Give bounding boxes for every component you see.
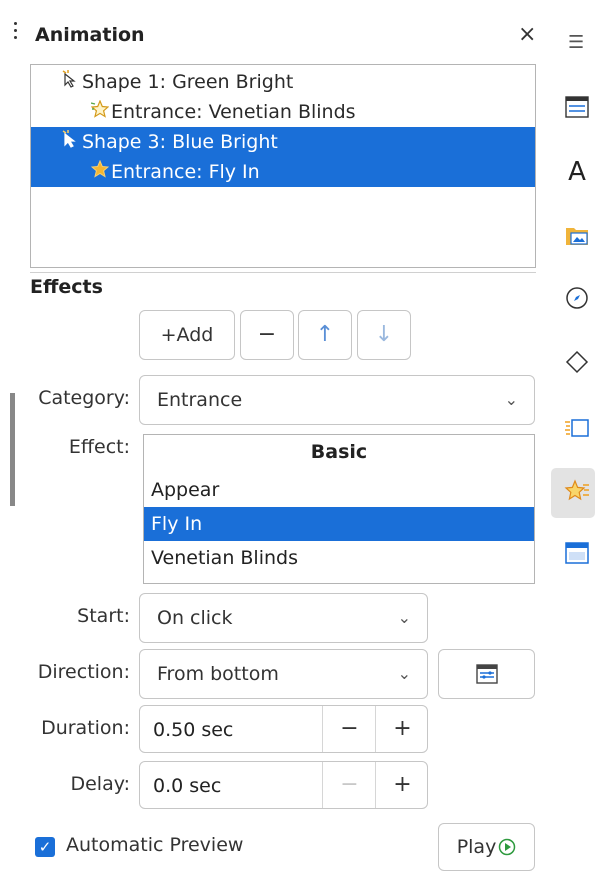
list-item[interactable]: Entrance: Fly In — [31, 157, 535, 187]
effect-label: Effect: — [68, 436, 130, 458]
list-item[interactable]: Shape 3: Blue Bright — [31, 127, 535, 157]
list-item-label: Entrance: Fly In — [111, 161, 260, 183]
delay-value: 0.0 sec — [153, 775, 222, 797]
play-label: Play — [456, 836, 497, 858]
panel-title: Animation — [35, 24, 145, 46]
close-icon[interactable]: × — [518, 22, 536, 47]
chevron-down-icon: ⌄ — [397, 664, 411, 683]
list-item[interactable]: Venetian Blinds — [144, 541, 534, 575]
list-item[interactable]: Shape 1: Green Bright — [31, 67, 535, 97]
direction-select[interactable]: From bottom ⌄ — [139, 649, 428, 699]
automatic-preview-label: Automatic Preview — [66, 834, 244, 856]
chevron-down-icon: ⌄ — [397, 608, 411, 627]
delay-increase-button[interactable]: + — [375, 762, 429, 808]
list-item[interactable]: Appear — [144, 473, 534, 507]
list-item[interactable]: Fly In — [144, 507, 534, 541]
category-select[interactable]: Entrance ⌄ — [139, 375, 535, 425]
down-arrow-icon: ↓ — [374, 322, 394, 347]
effect-options-button[interactable] — [438, 649, 535, 699]
add-effect-button[interactable]: +Add — [139, 310, 235, 360]
start-select[interactable]: On click ⌄ — [139, 593, 428, 643]
sidebar-menu-icon[interactable]: ☰ — [568, 32, 584, 53]
start-value: On click — [157, 607, 233, 629]
animation-list[interactable]: Shape 1: Green Bright Entrance: Venetian… — [30, 64, 536, 268]
move-up-button[interactable]: ↑ — [298, 310, 352, 360]
master-slides-icon[interactable] — [563, 542, 591, 570]
cursor-icon — [60, 128, 82, 158]
divider — [30, 272, 536, 273]
options-icon — [475, 664, 498, 684]
list-item-label: Shape 3: Blue Bright — [82, 131, 278, 153]
effect-group-header: Basic — [310, 441, 368, 463]
list-item-label: Shape 1: Green Bright — [82, 71, 294, 93]
automatic-preview-checkbox[interactable]: ✓ — [35, 837, 55, 857]
duration-decrease-button[interactable]: − — [322, 706, 376, 752]
animation-icon[interactable] — [563, 479, 591, 507]
list-item-label: Entrance: Venetian Blinds — [111, 101, 356, 123]
styles-icon[interactable]: A — [563, 158, 591, 186]
star-icon — [89, 158, 111, 188]
star-icon — [89, 98, 111, 128]
play-button[interactable]: Play — [438, 823, 535, 871]
effects-heading: Effects — [30, 276, 103, 298]
remove-effect-button[interactable]: − — [240, 310, 294, 360]
remove-label: − — [257, 322, 277, 347]
effect-list[interactable]: Basic Appear Fly In Venetian Blinds — [143, 434, 535, 584]
delay-label: Delay: — [70, 773, 130, 795]
gallery-icon[interactable] — [563, 224, 591, 252]
dock-resize-handle[interactable] — [10, 393, 15, 506]
drag-handle-icon[interactable] — [14, 22, 18, 48]
direction-value: From bottom — [157, 663, 279, 685]
duration-spinner[interactable]: 0.50 sec − + — [139, 705, 428, 753]
cursor-icon — [60, 68, 82, 98]
navigator-icon[interactable] — [563, 286, 591, 314]
move-down-button[interactable]: ↓ — [357, 310, 411, 360]
category-value: Entrance — [157, 389, 243, 411]
play-icon — [499, 838, 516, 856]
properties-icon[interactable] — [563, 96, 591, 124]
duration-increase-button[interactable]: + — [375, 706, 429, 752]
chevron-down-icon: ⌄ — [504, 390, 518, 409]
delay-spinner[interactable]: 0.0 sec − + — [139, 761, 428, 809]
add-label: +Add — [160, 324, 214, 346]
direction-label: Direction: — [37, 661, 130, 683]
shapes-icon[interactable] — [563, 350, 591, 378]
duration-value: 0.50 sec — [153, 719, 234, 741]
delay-decrease-button[interactable]: − — [322, 762, 376, 808]
start-label: Start: — [77, 605, 130, 627]
slide-transition-icon[interactable] — [563, 416, 591, 444]
duration-label: Duration: — [41, 717, 130, 739]
up-arrow-icon: ↑ — [315, 322, 335, 347]
list-item[interactable]: Entrance: Venetian Blinds — [31, 97, 535, 127]
category-label: Category: — [38, 387, 130, 409]
